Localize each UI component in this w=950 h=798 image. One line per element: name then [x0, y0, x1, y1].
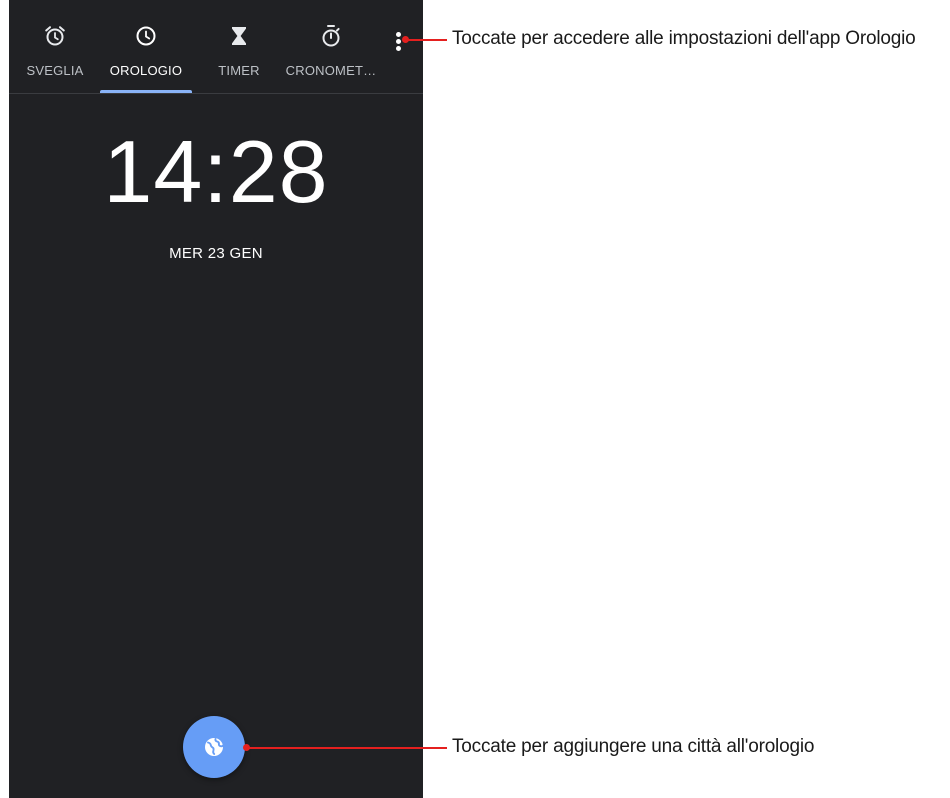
- globe-icon: [205, 738, 224, 756]
- active-tab-indicator: [100, 90, 192, 93]
- add-city-button[interactable]: [183, 716, 245, 778]
- tab-bar: SVEGLIA OROLOGIO TIMER CRONOMET…: [9, 0, 423, 94]
- more-vert-icon: [396, 32, 401, 37]
- callout-settings-text: Toccate per accedere alle impostazioni d…: [452, 28, 916, 49]
- tab-stopwatch[interactable]: CRONOMET…: [285, 0, 377, 93]
- tab-alarm[interactable]: SVEGLIA: [9, 0, 101, 93]
- clock-icon: [136, 26, 156, 46]
- stopwatch-icon: [322, 25, 340, 47]
- callout-add-city-text: Toccate per aggiungere una città all'oro…: [452, 736, 815, 757]
- tab-timer[interactable]: TIMER: [193, 0, 285, 93]
- tab-alarm-label: SVEGLIA: [26, 63, 84, 78]
- tab-timer-label: TIMER: [218, 63, 260, 78]
- callout-line-settings: [405, 39, 447, 41]
- current-date: MER 23 GEN: [169, 245, 263, 262]
- clock-app-screen: SVEGLIA OROLOGIO TIMER CRONOMET… 14:28 M…: [9, 0, 423, 798]
- callout-line-add-city: [246, 747, 447, 749]
- tab-clock-label: OROLOGIO: [109, 63, 183, 78]
- alarm-icon: [45, 26, 65, 46]
- tab-stopwatch-label: CRONOMET…: [285, 63, 377, 78]
- current-time: 14:28: [103, 122, 329, 221]
- hourglass-icon: [232, 27, 246, 45]
- tab-clock[interactable]: OROLOGIO: [100, 0, 192, 93]
